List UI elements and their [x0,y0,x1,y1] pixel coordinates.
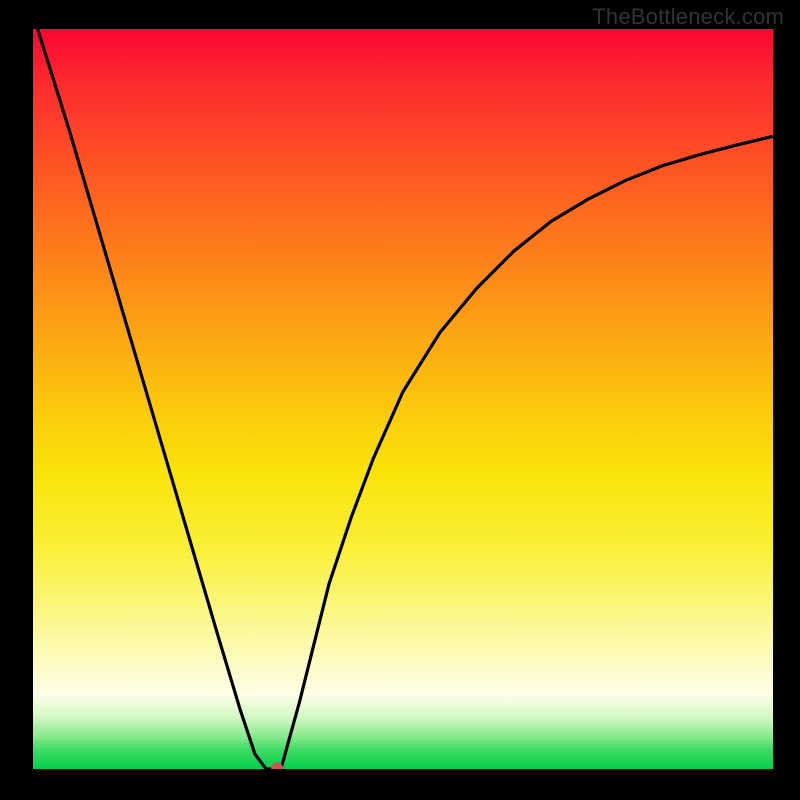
curve-right-branch [281,136,773,769]
bottleneck-curve [33,29,773,769]
chart-frame: TheBottleneck.com [0,0,800,800]
curve-left-branch [33,29,266,769]
watermark-text: TheBottleneck.com [592,4,784,30]
plot-area [33,29,773,769]
